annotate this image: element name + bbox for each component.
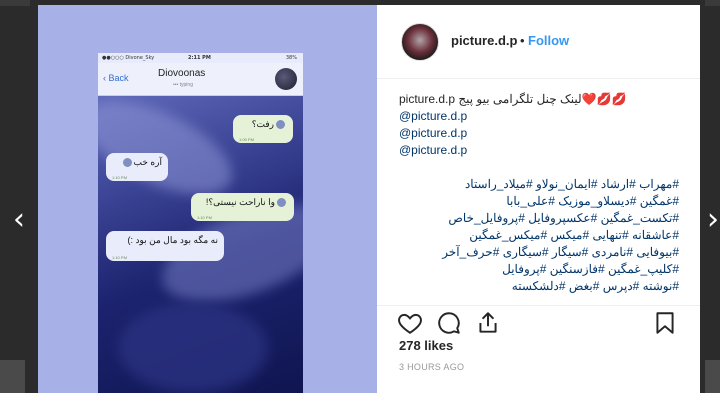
chat-header: ‹ Back Diovoonas ••• typing: [98, 63, 303, 96]
message-text: نه مگه بود مال من بود :): [127, 235, 218, 245]
chat-title: Diovoonas: [158, 68, 206, 79]
follow-button[interactable]: Follow: [528, 33, 569, 48]
carrier-text: ●●○○○ Divone_Sky: [102, 55, 155, 61]
clock-text: 2:11 PM: [188, 55, 211, 61]
message-time: 1:10 PM: [112, 255, 127, 260]
caption-hashtag-line[interactable]: #بیوفایی #نامردی #سیگار #سیگاری #حرف_آخر: [399, 244, 679, 261]
background-thumbnail[interactable]: [0, 360, 25, 393]
chat-avatar: [275, 68, 297, 90]
caption-line[interactable]: @picture.d.p: [399, 142, 679, 159]
emoji-icon: [122, 158, 132, 168]
chat-screenshot: ●●○○○ Divone_Sky 2:11 PM 38% ‹ Back Diov…: [98, 53, 303, 393]
avatar[interactable]: [401, 23, 439, 61]
bookmark-icon[interactable]: [652, 310, 678, 336]
chevron-left-icon[interactable]: ‹: [8, 205, 30, 235]
message-text: آره خب: [133, 157, 162, 167]
caption-hashtag-line[interactable]: #تکست_غمگین #عکسپروفایل #پروفایل_خاص: [399, 210, 679, 227]
battery-text: 38%: [285, 55, 297, 61]
post-media: ●●○○○ Divone_Sky 2:11 PM 38% ‹ Back Diov…: [38, 5, 377, 393]
caption-line[interactable]: @picture.d.p: [399, 125, 679, 142]
comment-icon[interactable]: [436, 310, 462, 336]
caption-line[interactable]: @picture.d.p: [399, 108, 679, 125]
likes-count[interactable]: 278 likes: [399, 338, 453, 353]
background-thumbnail[interactable]: [705, 360, 720, 393]
chevron-right-icon[interactable]: ›: [702, 205, 720, 235]
message-text: رفت؟: [251, 119, 274, 129]
separator-dot: •: [520, 33, 525, 48]
post-modal: ●●○○○ Divone_Sky 2:11 PM 38% ‹ Back Diov…: [38, 5, 700, 393]
message-time: 1:09 PM: [239, 137, 254, 142]
message-time: 1:10 PM: [197, 215, 212, 220]
share-icon[interactable]: [475, 310, 501, 336]
background-thumbnail[interactable]: [705, 0, 720, 6]
chat-message: وا ناراحت نیستی؟! 1:10 PM: [191, 193, 294, 221]
emoji-icon: [276, 120, 285, 130]
caption-hashtag-line[interactable]: #عاشقانه #تنهایی #میکس #میکس_غمگین: [399, 227, 679, 244]
caption-hashtag-line[interactable]: #کلیپ_غمگین #فازسنگین #پروفایل: [399, 261, 679, 278]
chat-subtitle: ••• typing: [173, 82, 193, 88]
message-text: وا ناراحت نیستی؟!: [205, 197, 275, 207]
chat-message: آره خب 1:10 PM: [106, 153, 168, 181]
post-sidebar: picture.d.p • Follow picture.d.p لینک چن…: [377, 5, 700, 393]
message-time: 1:10 PM: [112, 175, 127, 180]
emoji-icon: [277, 198, 286, 208]
caption-first-line: picture.d.p لینک چنل تلگرامی بیو پیج❤️💋💋: [399, 92, 627, 106]
caption-line: [399, 159, 679, 176]
caption-hashtag-line[interactable]: #مهراب #ارشاد #ایمان_نولاو #میلاد_راستاد: [399, 176, 679, 193]
post-header: picture.d.p • Follow: [377, 5, 700, 79]
chat-back-button: ‹ Back: [103, 73, 129, 83]
chat-message: نه مگه بود مال من بود :) 1:10 PM: [106, 231, 224, 261]
post-timestamp[interactable]: 3 HOURS AGO: [399, 362, 464, 372]
caption-hashtag-line[interactable]: #نوشته #دپرس #بغض #دلشکسته: [399, 278, 679, 295]
background-thumbnail[interactable]: [0, 0, 30, 6]
post-caption: picture.d.p لینک چنل تلگرامی بیو پیج❤️💋💋…: [399, 91, 679, 295]
username-link[interactable]: picture.d.p: [451, 33, 517, 48]
post-actions: [377, 305, 700, 338]
chat-message: رفت؟ 1:09 PM: [233, 115, 293, 143]
heart-icon[interactable]: [397, 310, 423, 336]
phone-status-bar: ●●○○○ Divone_Sky 2:11 PM 38%: [98, 53, 303, 63]
caption-hashtag-line[interactable]: #غمگین #دیسلاو_موزیک #علی_بابا: [399, 193, 679, 210]
chat-back-label: Back: [108, 73, 129, 83]
